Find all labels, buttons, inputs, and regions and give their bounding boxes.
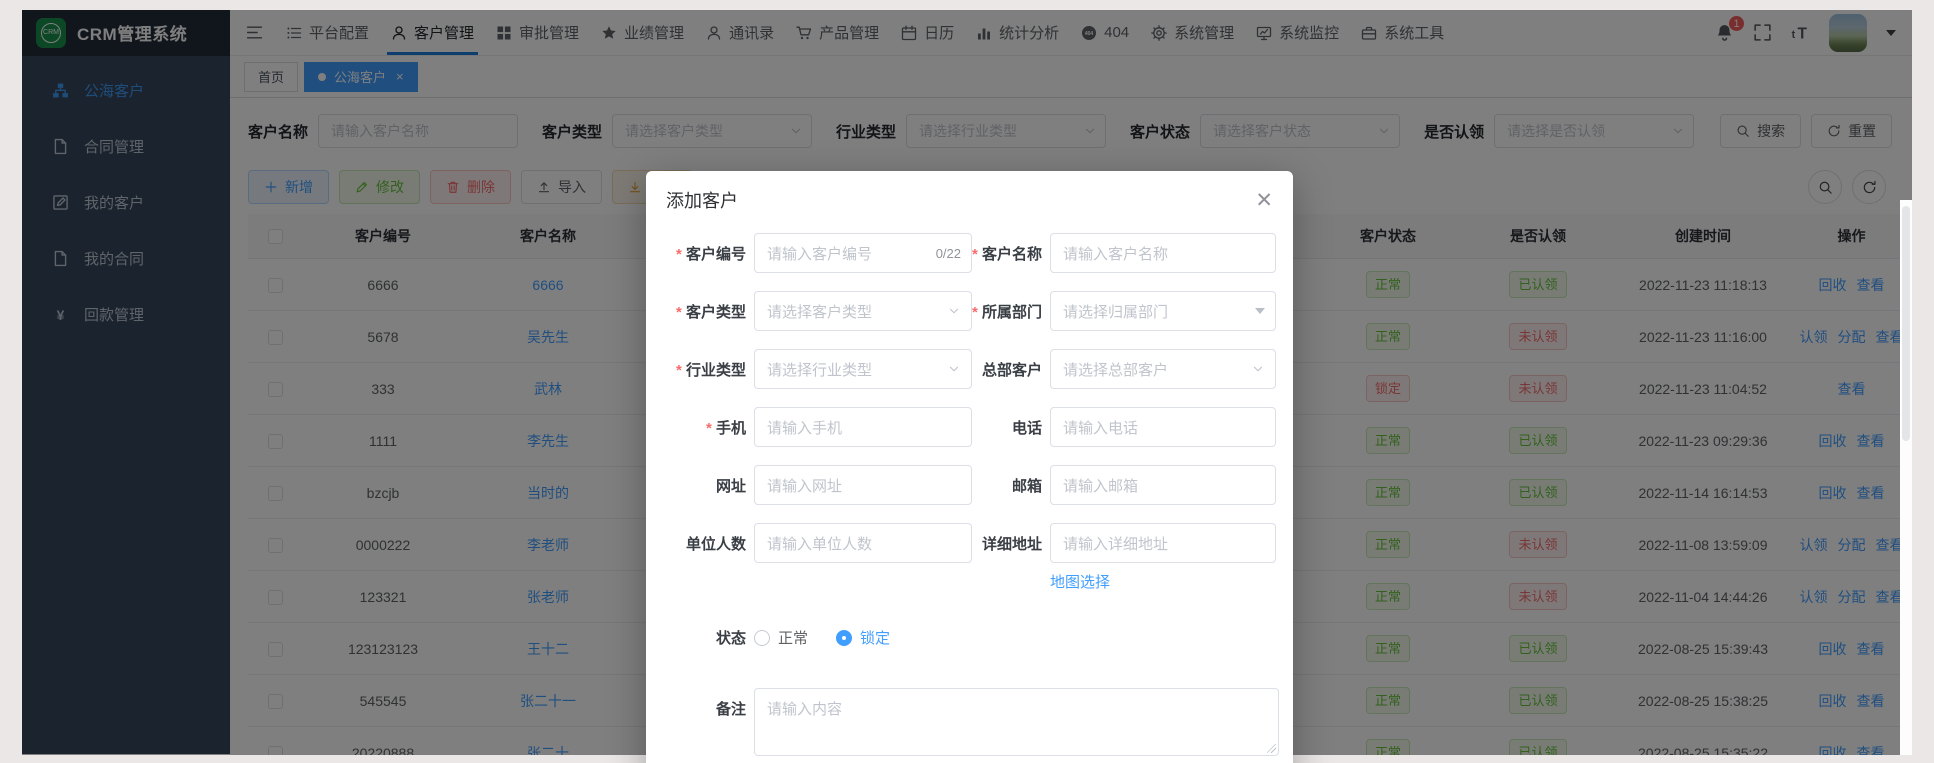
field-placeholder: 请输入客户名称 xyxy=(1063,243,1168,264)
field-label-详细地址: 详细地址 xyxy=(972,533,1042,554)
required-asterisk: * xyxy=(676,304,686,321)
field-input-单位人数[interactable]: 请输入单位人数 xyxy=(754,523,972,563)
field-label-网址: 网址 xyxy=(666,475,746,496)
field-placeholder: 请选择行业类型 xyxy=(767,359,872,380)
page: CRM CRM管理系统 平台配置客户管理审批管理业绩管理通讯录产品管理日历统计分… xyxy=(0,0,1934,763)
field-label-客户类型: * 客户类型 xyxy=(666,301,746,322)
field-label-电话: 电话 xyxy=(972,417,1042,438)
field-input-网址[interactable]: 请输入网址 xyxy=(754,465,972,505)
field-placeholder: 请输入详细地址 xyxy=(1063,533,1168,554)
required-asterisk: * xyxy=(972,304,982,321)
vertical-scrollbar[interactable] xyxy=(1900,200,1912,755)
field-label-客户名称: * 客户名称 xyxy=(972,243,1042,264)
field-label-行业类型: * 行业类型 xyxy=(666,359,746,380)
field-select-行业类型[interactable]: 请选择行业类型 xyxy=(754,349,972,389)
field-placeholder: 请输入客户编号 xyxy=(767,243,872,264)
status-field-row: 状态 正常 锁定 xyxy=(646,627,1293,648)
field-input-客户编号[interactable]: 请输入客户编号 0/22 xyxy=(754,233,972,273)
field-placeholder: 请选择客户类型 xyxy=(767,301,872,322)
field-label-手机: * 手机 xyxy=(666,417,746,438)
remark-textarea[interactable]: 请输入内容 xyxy=(754,688,1279,756)
modal-title: 添加客户 xyxy=(666,187,738,213)
char-counter: 0/22 xyxy=(936,246,961,261)
field-placeholder: 请输入手机 xyxy=(767,417,842,438)
field-placeholder: 请输入电话 xyxy=(1063,417,1138,438)
chevron-down-icon xyxy=(1251,362,1265,376)
close-icon[interactable]: ✕ xyxy=(1255,190,1273,211)
field-label-单位人数: 单位人数 xyxy=(666,533,746,554)
radio-锁定[interactable]: 锁定 xyxy=(836,627,890,648)
field-placeholder: 请输入邮箱 xyxy=(1063,475,1138,496)
field-input-手机[interactable]: 请输入手机 xyxy=(754,407,972,447)
radio-circle-icon xyxy=(754,630,770,646)
field-input-电话[interactable]: 请输入电话 xyxy=(1050,407,1276,447)
map-select-link[interactable]: 地图选择 xyxy=(1050,574,1110,591)
chevron-down-icon xyxy=(947,362,961,376)
field-select-总部客户[interactable]: 请选择总部客户 xyxy=(1050,349,1276,389)
required-asterisk: * xyxy=(972,246,982,263)
field-placeholder: 请输入网址 xyxy=(767,475,842,496)
add-customer-modal: 添加客户 ✕ * 客户编号请输入客户编号0/22* 客户名称请输入客户名称* 客… xyxy=(646,171,1293,763)
map-select-row: 地图选择 xyxy=(646,571,1293,593)
remark-label: 备注 xyxy=(666,698,746,756)
caret-down-icon xyxy=(1255,308,1265,314)
field-input-客户名称[interactable]: 请输入客户名称 xyxy=(1050,233,1276,273)
required-asterisk: * xyxy=(676,246,686,263)
field-select-所属部门[interactable]: 请选择归属部门 xyxy=(1050,291,1276,331)
scrollbar-thumb[interactable] xyxy=(1902,206,1910,441)
modal-form-row: * 手机请输入手机 电话请输入电话 xyxy=(646,407,1293,447)
modal-form-row: * 客户编号请输入客户编号 0/22 * 客户名称请输入客户名称 xyxy=(646,233,1293,273)
chevron-down-icon xyxy=(947,304,961,318)
modal-form-row: 单位人数请输入单位人数 详细地址请输入详细地址 xyxy=(646,523,1293,563)
modal-body: * 客户编号请输入客户编号 0/22 * 客户名称请输入客户名称 * 客户类型请选择客… xyxy=(646,233,1293,756)
field-label-邮箱: 邮箱 xyxy=(972,475,1042,496)
required-asterisk: * xyxy=(706,420,716,437)
radio-正常[interactable]: 正常 xyxy=(754,627,808,648)
status-radio-group: 正常 锁定 xyxy=(746,627,890,648)
remark-field-row: 备注 请输入内容 xyxy=(646,688,1293,756)
field-label-总部客户: 总部客户 xyxy=(972,359,1042,380)
modal-header: 添加客户 ✕ xyxy=(646,187,1293,213)
field-input-详细地址[interactable]: 请输入详细地址 xyxy=(1050,523,1276,563)
radio-circle-icon xyxy=(836,630,852,646)
modal-form-row: * 客户类型请选择客户类型 * 所属部门请选择归属部门 xyxy=(646,291,1293,331)
field-placeholder: 请选择总部客户 xyxy=(1063,359,1168,380)
field-label-客户编号: * 客户编号 xyxy=(666,243,746,264)
remark-placeholder: 请输入内容 xyxy=(767,701,842,718)
radio-label: 锁定 xyxy=(860,627,890,648)
modal-form-row: 网址请输入网址 邮箱请输入邮箱 xyxy=(646,465,1293,505)
modal-form-row: * 行业类型请选择行业类型 总部客户请选择总部客户 xyxy=(646,349,1293,389)
required-asterisk: * xyxy=(676,362,686,379)
status-label: 状态 xyxy=(666,627,746,648)
field-placeholder: 请输入单位人数 xyxy=(767,533,872,554)
field-select-客户类型[interactable]: 请选择客户类型 xyxy=(754,291,972,331)
radio-label: 正常 xyxy=(778,627,808,648)
field-placeholder: 请选择归属部门 xyxy=(1063,301,1168,322)
field-input-邮箱[interactable]: 请输入邮箱 xyxy=(1050,465,1276,505)
field-label-所属部门: * 所属部门 xyxy=(972,301,1042,322)
